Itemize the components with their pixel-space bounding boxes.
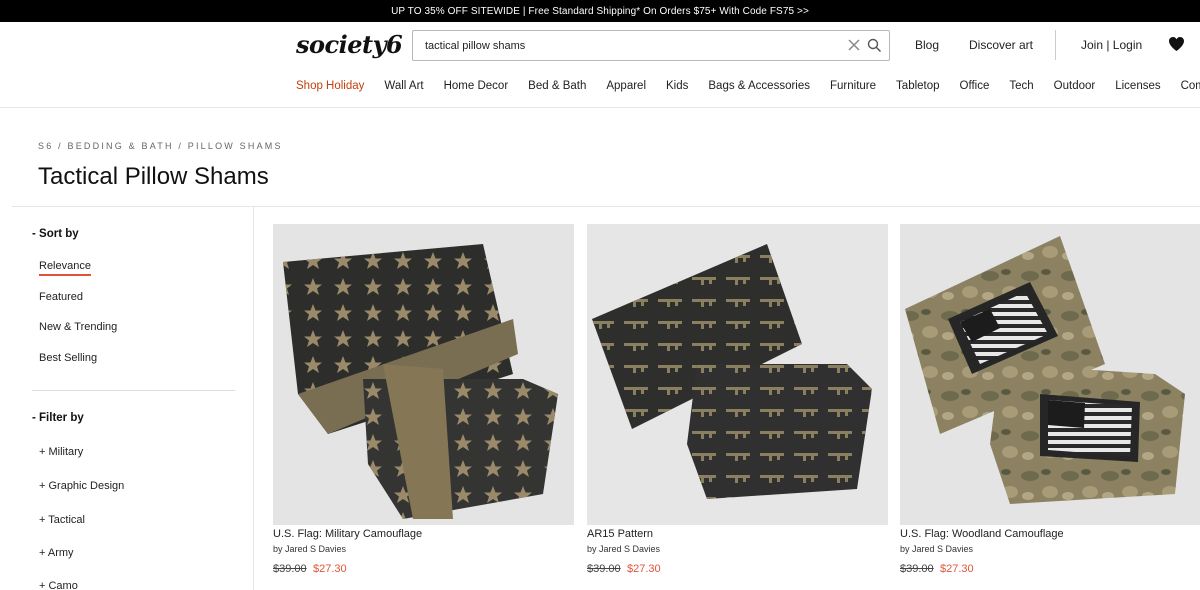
sidebar-divider	[253, 206, 254, 590]
nav-furniture[interactable]: Furniture	[830, 80, 876, 92]
nav-tabletop[interactable]: Tabletop	[896, 80, 939, 92]
product-image[interactable]	[587, 224, 888, 525]
product-sale-price: $27.30	[313, 563, 347, 575]
nav-comm[interactable]: Comm	[1181, 80, 1200, 92]
society6-logo[interactable]: society6	[296, 30, 403, 59]
sort-featured[interactable]: Featured	[39, 291, 83, 303]
product-name[interactable]: U.S. Flag: Woodland Camouflage	[900, 528, 1064, 540]
product-card[interactable]: U.S. Flag: Military Camouflage by Jared …	[273, 224, 574, 575]
product-image[interactable]	[900, 224, 1200, 525]
product-sale-price: $27.30	[627, 563, 661, 575]
nav-apparel[interactable]: Apparel	[606, 80, 646, 92]
filter-camo[interactable]: + Camo	[39, 580, 78, 590]
site-header: society6 Blog Discover art Join | Login …	[0, 22, 1200, 108]
nav-wall-art[interactable]: Wall Art	[384, 80, 423, 92]
nav-outdoor[interactable]: Outdoor	[1054, 80, 1096, 92]
nav-home-decor[interactable]: Home Decor	[444, 80, 509, 92]
page-title: Tactical Pillow Shams	[38, 163, 269, 190]
product-artist[interactable]: by Jared S Davies	[273, 544, 346, 554]
product-card[interactable]: U.S. Flag: Woodland Camouflage by Jared …	[900, 224, 1200, 575]
search-box	[412, 30, 890, 61]
sort-relevance[interactable]: Relevance	[39, 260, 91, 276]
product-name[interactable]: AR15 Pattern	[587, 528, 653, 540]
product-artist[interactable]: by Jared S Davies	[900, 544, 973, 554]
breadcrumb[interactable]: S6 / BEDDING & BATH / PILLOW SHAMS	[38, 141, 283, 151]
discover-art-link[interactable]: Discover art	[969, 38, 1033, 52]
clear-icon[interactable]	[847, 38, 861, 52]
nav-kids[interactable]: Kids	[666, 80, 688, 92]
header-divider	[1055, 30, 1056, 60]
title-divider	[12, 206, 1200, 207]
product-old-price: $39.00	[273, 563, 307, 575]
sort-by-heading[interactable]: - Sort by	[32, 228, 79, 240]
filter-tactical[interactable]: + Tactical	[39, 514, 85, 526]
product-image-art	[900, 224, 1200, 525]
product-sale-price: $27.30	[940, 563, 974, 575]
filter-military[interactable]: + Military	[39, 446, 83, 458]
sidebar-section-divider	[32, 390, 235, 391]
product-image-art	[587, 224, 888, 525]
sort-new-trending[interactable]: New & Trending	[39, 321, 117, 333]
sort-best-selling[interactable]: Best Selling	[39, 352, 97, 364]
promo-banner[interactable]: UP TO 35% OFF SITEWIDE | Free Standard S…	[0, 0, 1200, 22]
join-login-link[interactable]: Join | Login	[1081, 38, 1142, 52]
nav-shop-holiday[interactable]: Shop Holiday	[296, 80, 364, 92]
blog-link[interactable]: Blog	[915, 38, 939, 52]
nav-tech[interactable]: Tech	[1009, 80, 1033, 92]
product-image-art	[273, 224, 574, 525]
nav-bags-accessories[interactable]: Bags & Accessories	[708, 80, 810, 92]
filter-by-heading[interactable]: - Filter by	[32, 412, 84, 424]
product-card[interactable]: AR15 Pattern by Jared S Davies $39.00 $2…	[587, 224, 888, 575]
product-old-price: $39.00	[900, 563, 934, 575]
search-input[interactable]	[413, 31, 833, 60]
category-nav: Shop Holiday Wall Art Home Decor Bed & B…	[296, 80, 1200, 92]
nav-office[interactable]: Office	[960, 80, 990, 92]
search-icon[interactable]	[867, 38, 882, 53]
product-artist[interactable]: by Jared S Davies	[587, 544, 660, 554]
filter-army[interactable]: + Army	[39, 547, 74, 559]
nav-licenses[interactable]: Licenses	[1115, 80, 1160, 92]
product-image[interactable]	[273, 224, 574, 525]
product-old-price: $39.00	[587, 563, 621, 575]
product-name[interactable]: U.S. Flag: Military Camouflage	[273, 528, 422, 540]
heart-icon[interactable]	[1168, 36, 1185, 52]
nav-bed-bath[interactable]: Bed & Bath	[528, 80, 586, 92]
filter-graphic-design[interactable]: + Graphic Design	[39, 480, 124, 492]
